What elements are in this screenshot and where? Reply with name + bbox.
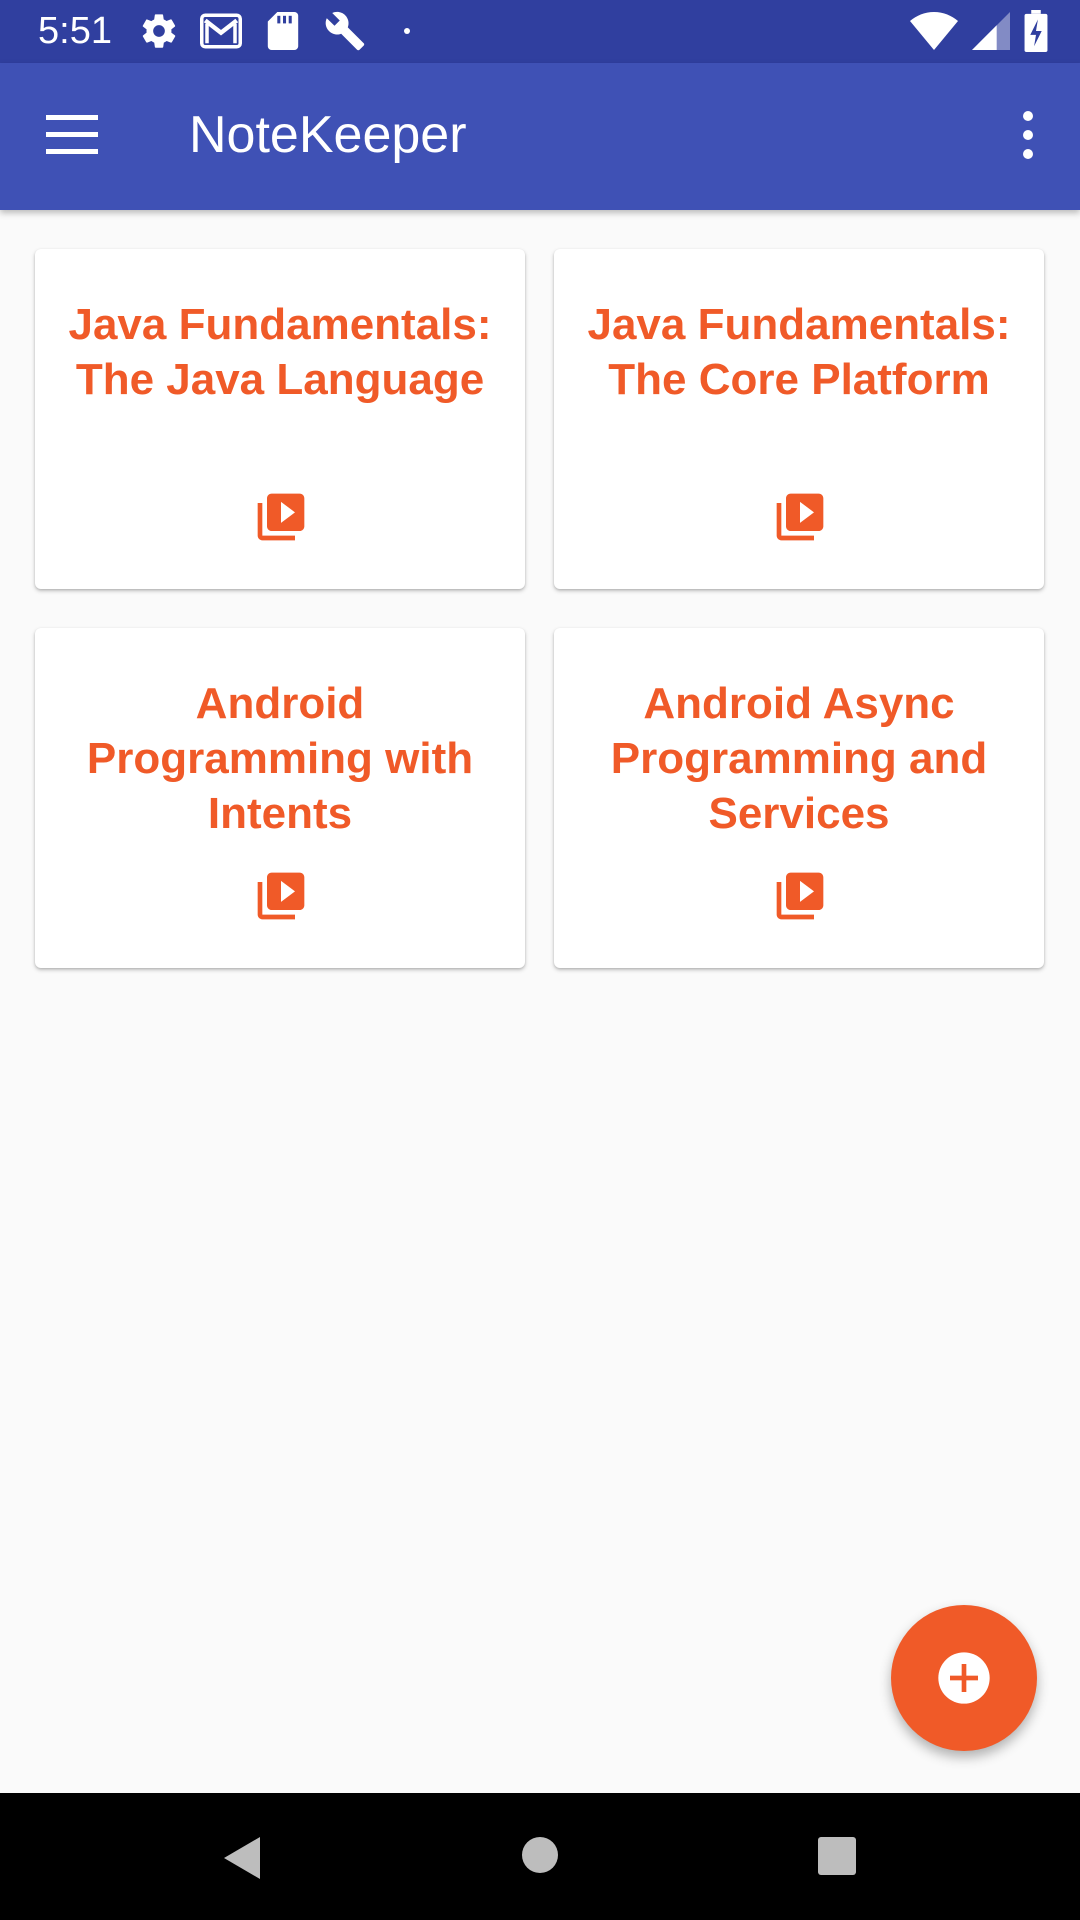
home-icon[interactable] [520, 1835, 560, 1875]
add-circle-icon [938, 1652, 990, 1704]
back-icon[interactable] [218, 1833, 264, 1883]
course-title: Android Programming with Intents [86, 679, 474, 838]
hamburger-menu-icon[interactable] [46, 115, 98, 159]
video-library-icon [776, 872, 824, 920]
video-library-icon [776, 493, 824, 541]
wrench-icon [324, 10, 366, 52]
course-card[interactable]: Java Fundamentals: The Core Platform [554, 249, 1044, 589]
navigation-bar [0, 1793, 1080, 1920]
settings-icon [138, 10, 180, 52]
add-note-button[interactable] [891, 1605, 1037, 1751]
overflow-menu-icon[interactable] [1016, 111, 1040, 159]
recents-icon[interactable] [816, 1835, 858, 1877]
dot-icon [386, 10, 428, 52]
app-bar: NoteKeeper [0, 63, 1080, 210]
course-title: Java Fundamentals: The Core Platform [587, 300, 1011, 404]
app-title: NoteKeeper [189, 106, 467, 164]
video-library-icon [257, 493, 305, 541]
status-bar: 5:51 [0, 0, 1080, 63]
gmail-icon [200, 10, 242, 52]
video-library-icon [257, 872, 305, 920]
status-time: 5:51 [38, 10, 112, 52]
course-title: Android Async Programming and Services [610, 679, 988, 838]
wifi-icon [910, 10, 958, 52]
course-card[interactable]: Android Async Programming and Services [554, 628, 1044, 968]
battery-charging-icon [1024, 10, 1048, 52]
sd-card-icon [262, 10, 304, 52]
course-title: Java Fundamentals: The Java Language [68, 300, 492, 404]
course-card[interactable]: Android Programming with Intents [35, 628, 525, 968]
course-card[interactable]: Java Fundamentals: The Java Language [35, 249, 525, 589]
cell-signal-icon [972, 10, 1010, 52]
